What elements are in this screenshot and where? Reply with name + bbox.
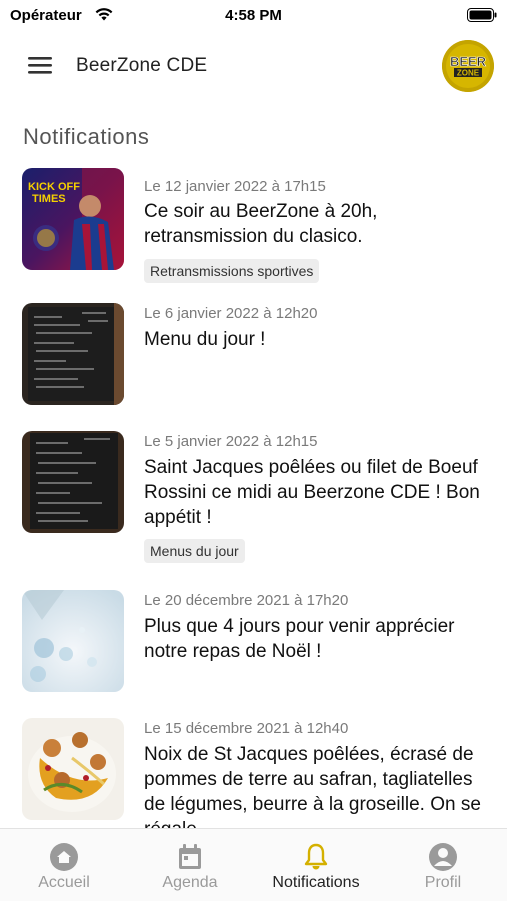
app-header: BeerZone CDE BEER ZONE: [0, 32, 507, 100]
logo-graphic: BEER ZONE: [442, 40, 494, 92]
notification-title: Menu du jour !: [144, 329, 266, 350]
notification-title: Saint Jacques poêlées ou filet de Boeuf …: [144, 457, 480, 528]
tab-label: Accueil: [38, 874, 90, 891]
hamburger-menu-icon[interactable]: [26, 53, 54, 77]
bell-icon: [304, 843, 328, 870]
logo-text-top: BEER: [450, 54, 487, 69]
clock: 4:58 PM: [225, 7, 282, 24]
user-icon: [429, 843, 457, 871]
notification-thumbnail: [22, 590, 124, 692]
notification-list[interactable]: KICK OFF TIMES Le 12 janvier 2022 à 17h1…: [0, 160, 507, 828]
notification-title: Noix de St Jacques poêlées, écrasé de po…: [144, 744, 481, 828]
notification-tag[interactable]: Menus du jour: [144, 539, 245, 563]
page-title: Notifications: [23, 124, 150, 149]
tab-notifications[interactable]: Notifications: [253, 829, 379, 901]
notification-tag[interactable]: Retransmissions sportives: [144, 259, 320, 283]
notification-thumbnail: [22, 303, 124, 405]
notification-item[interactable]: Le 20 décembre 2021 à 17h20 Plus que 4 j…: [0, 590, 507, 692]
thumbnail-text-1: KICK OFF: [28, 181, 80, 193]
tab-profil[interactable]: Profil: [380, 829, 506, 901]
notification-date: Le 6 janvier 2022 à 12h20: [144, 305, 318, 322]
notification-title: Plus que 4 jours pour venir apprécier no…: [144, 616, 455, 662]
tab-label: Profil: [424, 874, 462, 891]
tab-agenda[interactable]: Agenda: [127, 829, 253, 901]
notification-title: Ce soir au BeerZone à 20h, retransmissio…: [144, 201, 378, 247]
notification-item[interactable]: Le 5 janvier 2022 à 12h15 Saint Jacques …: [0, 431, 507, 563]
tab-label: Agenda: [162, 874, 218, 891]
notification-date: Le 20 décembre 2021 à 17h20: [144, 592, 349, 609]
home-icon: [50, 843, 78, 871]
tab-bar: Accueil Agenda Notifications Profil: [0, 828, 507, 901]
notification-item[interactable]: Le 15 décembre 2021 à 12h40 Noix de St J…: [0, 718, 507, 828]
battery-icon: [467, 8, 497, 22]
app-title: BeerZone CDE: [76, 55, 208, 76]
notification-date: Le 12 janvier 2022 à 17h15: [144, 178, 326, 195]
notification-item[interactable]: Le 6 janvier 2022 à 12h20 Menu du jour !: [0, 303, 507, 405]
calendar-icon: [179, 844, 201, 869]
tab-accueil[interactable]: Accueil: [1, 829, 127, 901]
logo-text-bottom: ZONE: [457, 69, 480, 78]
beerzone-logo[interactable]: BEER ZONE: [442, 40, 494, 92]
notification-thumbnail: [22, 431, 124, 533]
notification-date: Le 5 janvier 2022 à 12h15: [144, 433, 318, 450]
thumbnail-text-2: TIMES: [32, 193, 66, 205]
notification-date: Le 15 décembre 2021 à 12h40: [144, 720, 349, 737]
notification-thumbnail: [22, 718, 124, 820]
notification-thumbnail: KICK OFF TIMES: [22, 168, 124, 270]
tab-label: Notifications: [272, 874, 360, 891]
notification-item[interactable]: KICK OFF TIMES Le 12 janvier 2022 à 17h1…: [0, 168, 507, 283]
status-bar: Opérateur 4:58 PM: [0, 0, 507, 32]
